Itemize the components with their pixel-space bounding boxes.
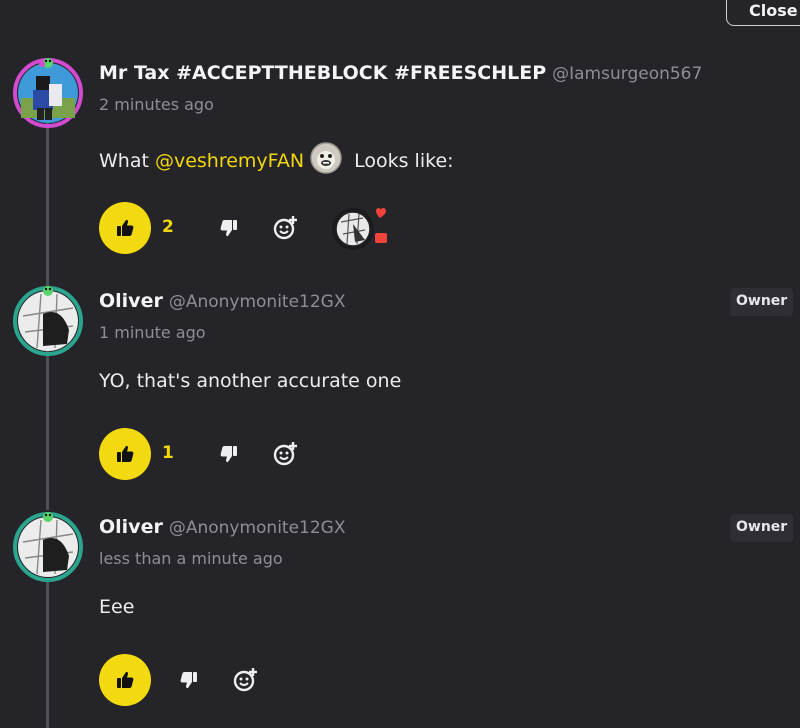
timestamp: less than a minute ago <box>99 549 283 568</box>
speech-bubble-icon <box>375 233 387 243</box>
like-count: 1 <box>162 443 174 463</box>
comment-text: What @veshremyFAN Looks like: <box>99 142 454 179</box>
like-count: 2 <box>162 217 174 237</box>
close-button[interactable]: Close <box>726 0 800 26</box>
like-button[interactable] <box>99 654 151 706</box>
thumbs-up-icon <box>117 671 134 688</box>
owner-badge: Owner <box>730 288 794 316</box>
comment-text-before: What <box>99 149 155 172</box>
thumbs-down-icon[interactable] <box>218 444 240 464</box>
thumbs-up-icon <box>117 445 134 462</box>
author-name[interactable]: Oliver <box>99 516 163 538</box>
avatar[interactable] <box>13 512 83 582</box>
author-row: Oliver @Anonymonite12GX <box>99 516 346 538</box>
author-name[interactable]: Oliver <box>99 290 163 312</box>
comment-text: Eee <box>99 596 135 618</box>
thread-line <box>46 118 49 292</box>
like-button[interactable] <box>99 428 151 480</box>
timestamp: 2 minutes ago <box>99 95 214 114</box>
avatar[interactable] <box>13 58 83 128</box>
thumbs-up-icon <box>117 219 134 236</box>
add-reaction-icon[interactable] <box>233 666 259 692</box>
author-row: Mr Tax #ACCEPTTHEBLOCK #FREESCHLEP @Iamsu… <box>99 62 702 84</box>
avatar[interactable] <box>13 286 83 356</box>
thumbs-down-icon[interactable] <box>218 218 240 238</box>
add-reaction-icon[interactable] <box>273 214 299 240</box>
author-row: Oliver @Anonymonite12GX <box>99 290 346 312</box>
owner-badge: Owner <box>730 514 794 542</box>
author-handle[interactable]: @Iamsurgeon567 <box>552 64 702 84</box>
comment-text-after: Looks like: <box>348 149 454 172</box>
mention-avatar <box>310 142 342 179</box>
like-button[interactable] <box>99 202 151 254</box>
heart-icon <box>376 208 386 218</box>
author-name[interactable]: Mr Tax #ACCEPTTHEBLOCK #FREESCHLEP <box>99 62 546 84</box>
thread-line <box>46 580 49 728</box>
thumbs-down-icon[interactable] <box>178 670 200 690</box>
timestamp: 1 minute ago <box>99 323 206 342</box>
add-reaction-icon[interactable] <box>273 440 299 466</box>
comment-text: YO, that's another accurate one <box>99 370 402 392</box>
author-handle[interactable]: @Anonymonite12GX <box>169 518 346 538</box>
reaction-summary[interactable] <box>327 204 393 254</box>
author-handle[interactable]: @Anonymonite12GX <box>169 292 346 312</box>
thread-line <box>46 350 49 510</box>
mention-link[interactable]: @veshremyFAN <box>155 150 304 172</box>
